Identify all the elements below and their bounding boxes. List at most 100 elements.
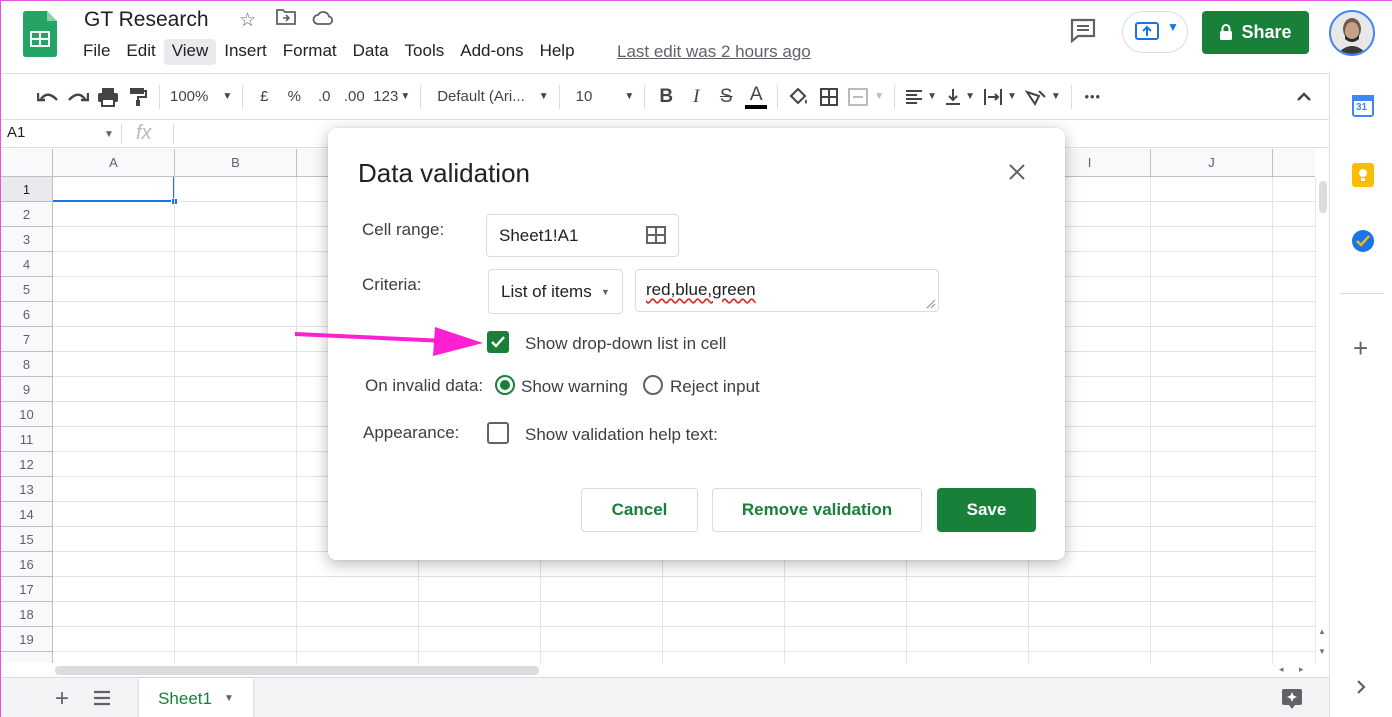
borders-icon[interactable]	[814, 82, 844, 112]
keep-icon[interactable]	[1352, 163, 1374, 187]
star-icon[interactable]: ☆	[239, 9, 256, 32]
redo-icon[interactable]	[63, 82, 93, 112]
merge-cells-icon[interactable]: ▼	[844, 82, 888, 112]
print-icon[interactable]	[93, 82, 123, 112]
reject-input-radio[interactable]	[643, 375, 663, 395]
undo-icon[interactable]	[33, 82, 63, 112]
column-header[interactable]: B	[175, 149, 297, 177]
row-header[interactable]	[1, 652, 53, 663]
menu-insert[interactable]: Insert	[216, 39, 275, 65]
chevron-down-icon[interactable]: ▼	[224, 693, 234, 704]
row-header[interactable]: 12	[1, 452, 53, 477]
percent-button[interactable]: %	[279, 82, 309, 112]
row-header[interactable]: 9	[1, 377, 53, 402]
vertical-scrollbar[interactable]: ▲ ▼	[1315, 177, 1329, 663]
text-rotation-icon[interactable]: ▼	[1021, 82, 1065, 112]
all-sheets-icon[interactable]	[93, 690, 111, 711]
cell-range-input[interactable]: Sheet1!A1	[486, 214, 679, 257]
sheets-logo-icon[interactable]	[23, 11, 57, 57]
present-dropdown-icon[interactable]: ▼	[1167, 20, 1179, 34]
add-sheet-icon[interactable]: +	[55, 685, 69, 713]
increase-decimal-button[interactable]: .00	[339, 82, 369, 112]
document-title[interactable]: GT Research	[84, 8, 209, 32]
expand-panel-icon[interactable]	[1356, 679, 1366, 700]
row-header[interactable]: 1	[1, 177, 53, 202]
row-header[interactable]: 11	[1, 427, 53, 452]
explore-icon[interactable]	[1281, 688, 1303, 715]
strikethrough-button[interactable]: S	[711, 82, 741, 112]
text-color-button[interactable]: A	[741, 80, 771, 114]
reject-input-label[interactable]: Reject input	[670, 377, 760, 397]
row-header[interactable]: 5	[1, 277, 53, 302]
column-header[interactable]: A	[53, 149, 175, 177]
save-button[interactable]: Save	[937, 488, 1036, 532]
show-dropdown-label[interactable]: Show drop-down list in cell	[525, 334, 726, 354]
show-dropdown-checkbox[interactable]	[487, 331, 509, 353]
row-header[interactable]: 15	[1, 527, 53, 552]
menu-tools[interactable]: Tools	[397, 39, 453, 65]
row-header[interactable]: 8	[1, 352, 53, 377]
move-folder-icon[interactable]	[276, 8, 296, 32]
font-size-select[interactable]: 10 ▼	[566, 82, 639, 112]
collapse-toolbar-icon[interactable]	[1289, 82, 1319, 112]
vertical-scroll-thumb[interactable]	[1319, 181, 1327, 213]
share-button[interactable]: Share	[1202, 11, 1309, 54]
horizontal-scrollbar[interactable]: ◂ ▸	[53, 663, 1315, 677]
row-header[interactable]: 4	[1, 252, 53, 277]
menu-file[interactable]: File	[75, 39, 118, 65]
menu-data[interactable]: Data	[345, 39, 397, 65]
paint-format-icon[interactable]	[123, 82, 153, 112]
row-header[interactable]: 14	[1, 502, 53, 527]
row-header[interactable]: 18	[1, 602, 53, 627]
menu-format[interactable]: Format	[275, 39, 345, 65]
horizontal-scroll-thumb[interactable]	[55, 666, 539, 675]
row-header[interactable]: 16	[1, 552, 53, 577]
select-range-icon[interactable]	[646, 226, 666, 244]
scroll-left-arrow-icon[interactable]: ◂	[1279, 664, 1284, 675]
italic-button[interactable]: I	[681, 82, 711, 112]
last-edit-link[interactable]: Last edit was 2 hours ago	[617, 42, 811, 62]
menu-help[interactable]: Help	[532, 39, 583, 65]
calendar-icon[interactable]: 31	[1352, 95, 1374, 117]
row-header[interactable]: 7	[1, 327, 53, 352]
criteria-type-select[interactable]: List of items ▼	[488, 269, 623, 314]
selected-cell-a1[interactable]	[53, 177, 175, 202]
font-select[interactable]: Default (Ari... ▼	[427, 82, 552, 112]
cloud-saved-icon[interactable]	[312, 9, 334, 33]
show-warning-radio[interactable]	[495, 375, 515, 395]
tasks-icon[interactable]	[1352, 230, 1374, 252]
menu-edit[interactable]: Edit	[118, 39, 163, 65]
vertical-align-icon[interactable]: ▼	[941, 82, 979, 112]
decrease-decimal-button[interactable]: .0	[309, 82, 339, 112]
avatar[interactable]	[1329, 10, 1375, 56]
row-header[interactable]: 3	[1, 227, 53, 252]
cancel-button[interactable]: Cancel	[581, 488, 698, 532]
row-header[interactable]: 19	[1, 627, 53, 652]
scroll-down-arrow-icon[interactable]: ▼	[1318, 647, 1326, 656]
menu-view[interactable]: View	[163, 39, 217, 65]
criteria-values-input[interactable]: red,blue,green	[635, 269, 939, 312]
help-text-label[interactable]: Show validation help text:	[525, 425, 718, 445]
resize-handle-icon[interactable]	[926, 299, 936, 309]
remove-validation-button[interactable]: Remove validation	[712, 488, 922, 532]
currency-button[interactable]: £	[249, 82, 279, 112]
scroll-up-arrow-icon[interactable]: ▲	[1318, 627, 1326, 636]
sheet-tab-sheet1[interactable]: Sheet1 ▼	[139, 678, 253, 717]
row-header[interactable]: 2	[1, 202, 53, 227]
name-box-dropdown-icon[interactable]: ▼	[104, 129, 114, 140]
text-wrap-icon[interactable]: ▼	[979, 82, 1021, 112]
help-text-checkbox[interactable]	[487, 422, 509, 444]
close-icon[interactable]	[1004, 161, 1030, 187]
more-formats-button[interactable]: 123 ▼	[369, 82, 414, 112]
horizontal-align-icon[interactable]: ▼	[901, 82, 941, 112]
zoom-select[interactable]: 100% ▼	[166, 82, 236, 112]
row-header[interactable]: 6	[1, 302, 53, 327]
scroll-right-arrow-icon[interactable]: ▸	[1299, 664, 1304, 675]
bold-button[interactable]: B	[651, 82, 681, 112]
show-warning-label[interactable]: Show warning	[521, 377, 628, 397]
fill-color-icon[interactable]	[784, 82, 814, 112]
get-addons-icon[interactable]: +	[1353, 333, 1368, 364]
more-tools-button[interactable]: •••	[1078, 82, 1108, 112]
grid-corner[interactable]	[1, 149, 53, 177]
name-box[interactable]: A1	[7, 124, 25, 141]
